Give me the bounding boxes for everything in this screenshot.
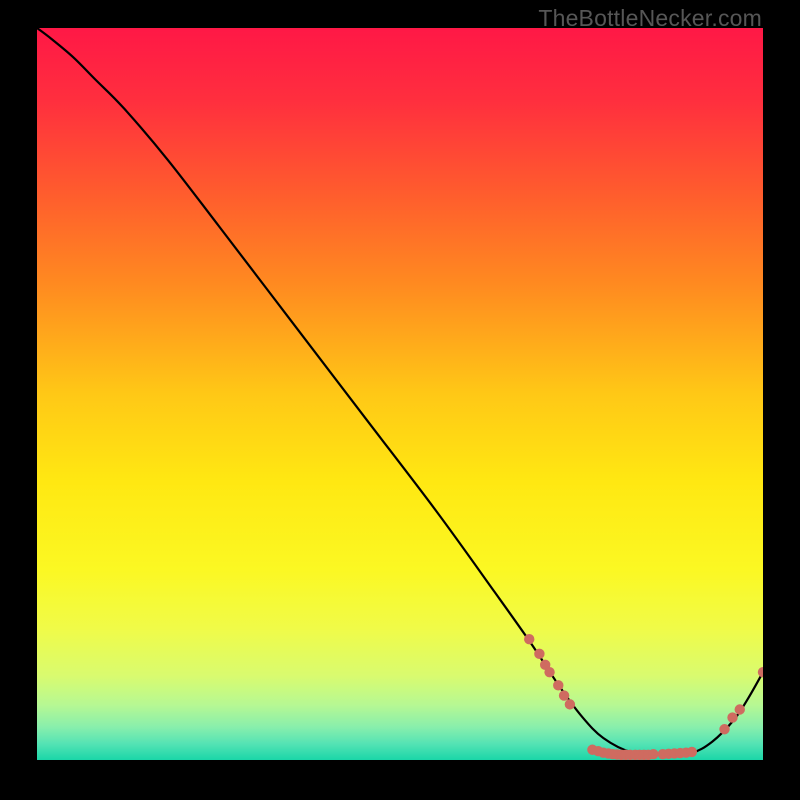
data-point xyxy=(559,690,569,700)
data-point xyxy=(719,724,729,734)
data-point xyxy=(648,749,658,759)
chart-svg xyxy=(37,28,763,760)
data-point xyxy=(524,634,534,644)
chart-frame: TheBottleNecker.com xyxy=(0,0,800,800)
data-point xyxy=(565,699,575,709)
data-point xyxy=(735,704,745,714)
data-point xyxy=(727,712,737,722)
data-point xyxy=(534,649,544,659)
chart-plot-area xyxy=(37,28,763,760)
data-point xyxy=(544,667,554,677)
gradient-background xyxy=(37,28,763,760)
data-point xyxy=(553,680,563,690)
data-point xyxy=(687,747,697,757)
